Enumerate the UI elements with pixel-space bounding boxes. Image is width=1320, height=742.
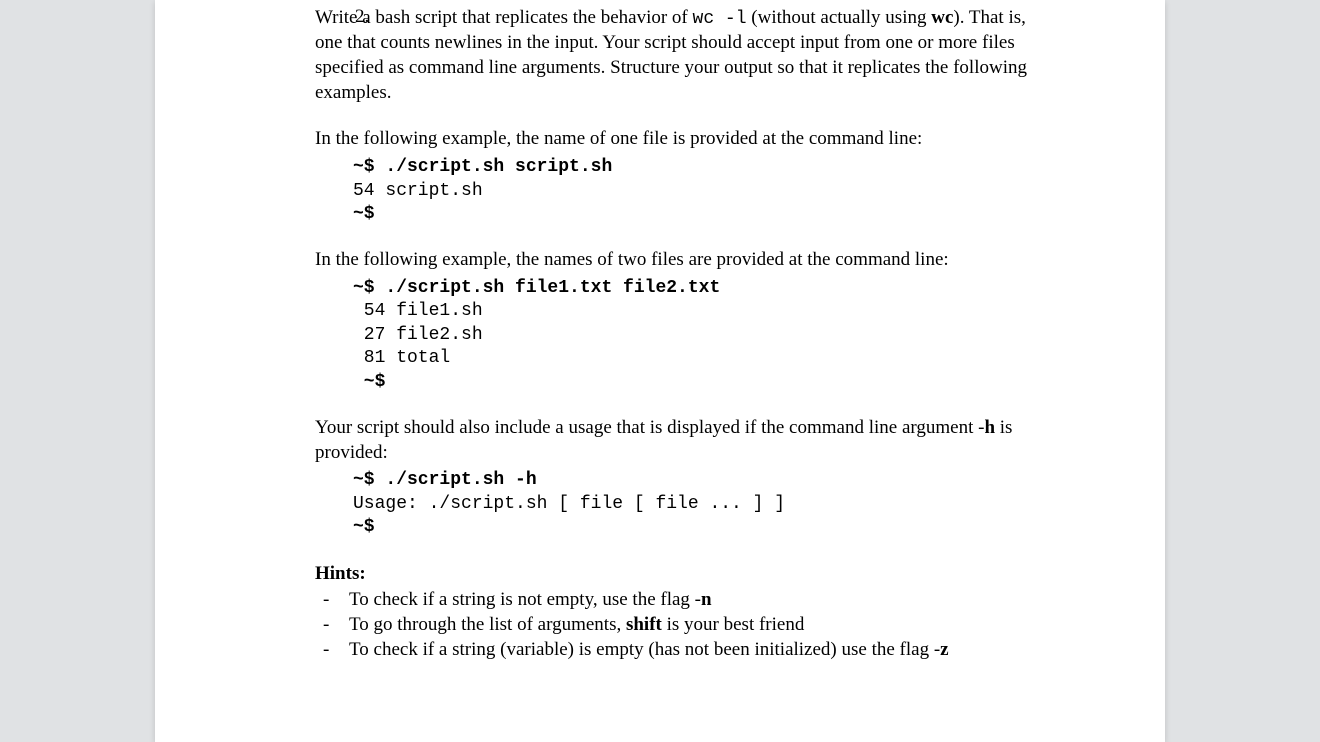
usage-line1: ~$ ./script.sh -h xyxy=(353,470,537,490)
usage-line2: Usage: ./script.sh [ file [ file ... ] ] xyxy=(353,494,785,514)
hint-0-t1: To check if a string is not empty, use t… xyxy=(349,589,701,610)
inline-code-wc-l: wc -l xyxy=(693,9,747,29)
example1-line3: ~$ xyxy=(353,204,375,224)
hint-0-b1: n xyxy=(701,589,712,610)
example1-line2: 54 script.sh xyxy=(353,181,483,201)
example2-line5: ~$ xyxy=(353,372,385,392)
intro-text-2: (without actually using xyxy=(747,7,932,28)
example2-code: ~$ ./script.sh file1.txt file2.txt 54 fi… xyxy=(353,277,1035,394)
usage-lead-1: Your script should also include a usage … xyxy=(315,417,984,438)
hint-1-b1: shift xyxy=(626,614,662,635)
hints-header: Hints: xyxy=(315,562,1035,587)
hint-1-t1: To go through the list of arguments, xyxy=(349,614,626,635)
example2-lead: In the following example, the names of t… xyxy=(315,248,1035,273)
example1-line1: ~$ ./script.sh script.sh xyxy=(353,157,612,177)
hint-item: - To check if a string (variable) is emp… xyxy=(323,638,1035,663)
bold-wc: wc xyxy=(931,7,953,28)
hint-item: - To check if a string is not empty, use… xyxy=(323,588,1035,613)
example2-line4: 81 total xyxy=(353,348,450,368)
hint-dash: - xyxy=(323,638,349,663)
example2-line2: 54 file1.sh xyxy=(353,301,483,321)
usage-lead: Your script should also include a usage … xyxy=(315,416,1035,465)
example1-lead: In the following example, the name of on… xyxy=(315,127,1035,152)
question-content: Write a bash script that replicates the … xyxy=(315,6,1035,662)
question-number: 2. xyxy=(355,6,369,28)
hint-2-b1: z xyxy=(940,639,948,660)
hints-list: - To check if a string is not empty, use… xyxy=(323,588,1035,662)
usage-code: ~$ ./script.sh -h Usage: ./script.sh [ f… xyxy=(353,469,1035,539)
document-page: 2. Write a bash script that replicates t… xyxy=(155,0,1165,742)
hint-dash: - xyxy=(323,588,349,613)
bold-h: h xyxy=(984,417,995,438)
hint-text: To go through the list of arguments, shi… xyxy=(349,613,1035,638)
hint-item: - To go through the list of arguments, s… xyxy=(323,613,1035,638)
hint-dash: - xyxy=(323,613,349,638)
hint-text: To check if a string is not empty, use t… xyxy=(349,588,1035,613)
example1-code: ~$ ./script.sh script.sh 54 script.sh ~$ xyxy=(353,156,1035,226)
intro-text-1: Write a bash script that replicates the … xyxy=(315,7,693,28)
example2-line1: ~$ ./script.sh file1.txt file2.txt xyxy=(353,278,720,298)
intro-paragraph: Write a bash script that replicates the … xyxy=(315,6,1035,105)
hint-1-t2: is your best friend xyxy=(662,614,804,635)
example2-line3: 27 file2.sh xyxy=(353,325,483,345)
hint-text: To check if a string (variable) is empty… xyxy=(349,638,1035,663)
hint-2-t1: To check if a string (variable) is empty… xyxy=(349,639,940,660)
usage-line3: ~$ xyxy=(353,517,375,537)
